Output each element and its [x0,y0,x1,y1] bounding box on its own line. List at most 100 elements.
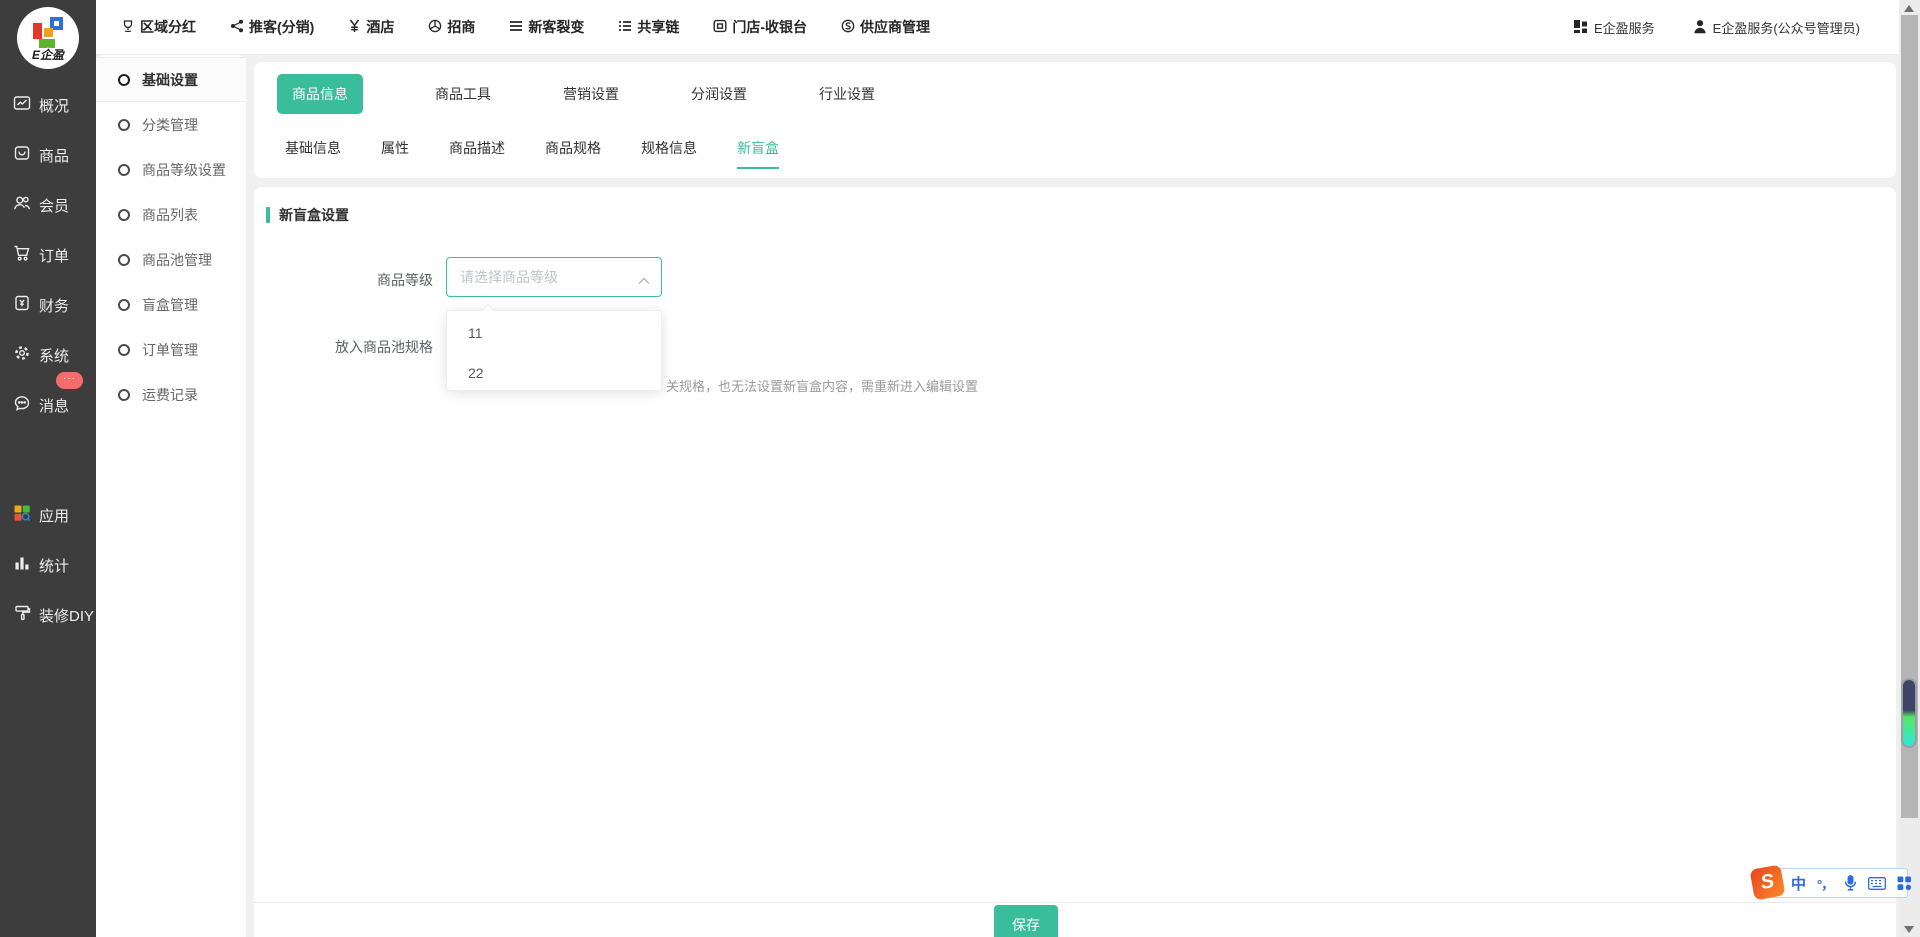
submenu-item-blindbox[interactable]: 盲盒管理 [96,282,246,327]
sidebar-item-overview[interactable]: 概况 [0,88,96,122]
radio-circle-icon [118,389,130,401]
level-dropdown-panel: 11 22 [446,310,662,391]
radio-circle-icon [118,344,130,356]
topnav-item-share-chain[interactable]: 共享链 [618,17,679,37]
ime-punctuation-toggle[interactable]: °， [1817,874,1833,893]
topnav-item-investment[interactable]: 招商 [428,17,475,37]
radio-circle-icon [118,164,130,176]
sidebar-label: 统计 [39,555,69,576]
submenu-item-level-settings[interactable]: 商品等级设置 [96,147,246,192]
save-button[interactable]: 保存 [994,905,1058,937]
dropdown-option-11[interactable]: 11 [447,313,661,353]
sidebar-item-messages[interactable]: 消息 ··· [0,388,96,422]
sidebar-label: 财务 [39,295,69,316]
top-nav-items: 区域分红 推客(分销) 酒店 招商 新客裂变 共享链 [121,17,930,37]
logo-text: E企盈 [17,46,79,63]
radio-circle-icon [118,74,130,86]
scroll-up-icon[interactable] [1904,5,1914,12]
subtab-spec-info[interactable]: 规格信息 [641,138,697,167]
submenu-label: 基础设置 [142,70,198,90]
submenu-item-freight[interactable]: 运费记录 [96,372,246,417]
subtab-spec[interactable]: 商品规格 [545,138,601,167]
radio-circle-icon [118,299,130,311]
submenu-label: 商品列表 [142,205,198,225]
list-icon [618,19,632,35]
radio-circle-icon [118,119,130,131]
sidebar-item-goods[interactable]: 商品 [0,138,96,172]
sidebar-item-members[interactable]: 会员 [0,188,96,222]
topnav-item-hotel[interactable]: 酒店 [348,17,394,37]
topnav-item-supplier[interactable]: 供应商管理 [841,17,930,37]
message-badge: ··· [56,372,83,389]
submenu-item-order-mgmt[interactable]: 订单管理 [96,327,246,372]
pinwheel-icon [428,19,442,36]
grid-icon [1573,19,1588,37]
topnav-label: 门店-收银台 [732,17,807,37]
tabs-card: 商品信息 商品工具 营销设置 分润设置 行业设置 基础信息 属性 商品描述 商品… [254,62,1896,178]
ime-toolbar: S 中 °， [1768,868,1908,898]
sidebar-label: 系统 [39,345,69,366]
submenu-item-goods-list[interactable]: 商品列表 [96,192,246,237]
trophy-icon [121,19,135,36]
submenu-label: 盲盒管理 [142,295,198,315]
workspace-switcher[interactable]: E企盈服务 [1573,18,1655,37]
content-card: 新盲盒设置 商品等级 请选择商品等级 放入商品池规格 关规格，也无法设置新盲盒内… [254,187,1896,937]
account-menu[interactable]: E企盈服务(公众号管理员) [1693,18,1860,37]
hint-text: 关规格，也无法设置新盲盒内容，需重新进入编辑设置 [666,376,978,395]
microphone-icon[interactable] [1844,875,1857,891]
subtab-description[interactable]: 商品描述 [449,138,505,167]
topnav-label: 共享链 [637,17,679,37]
sidebar-item-diy[interactable]: 装修DIY [0,598,96,632]
submenu-label: 分类管理 [142,115,198,135]
submenu-label: 订单管理 [142,340,198,360]
ime-mode-toggle[interactable]: 中 [1791,873,1806,894]
tab-goods-info[interactable]: 商品信息 [277,74,363,114]
sidebar-item-apps[interactable]: 应用 [0,498,96,532]
toolbox-grid-icon[interactable] [1897,876,1912,891]
topnav-item-new-customer[interactable]: 新客裂变 [509,17,584,37]
subtab-attributes[interactable]: 属性 [381,138,409,167]
submenu-item-basic-settings[interactable]: 基础设置 [96,57,246,102]
sidebar-item-system[interactable]: 系统 [0,338,96,372]
topnav-item-region-dividend[interactable]: 区域分红 [121,17,196,37]
scroll-down-icon[interactable] [1904,926,1914,933]
sidebar-label: 会员 [39,195,69,216]
chevron-up-icon [638,272,650,290]
submenu-item-category[interactable]: 分类管理 [96,102,246,147]
sidebar-item-orders[interactable]: 订单 [0,238,96,272]
main-sidebar: E企盈 概况 商品 会员 订单 财务 系统 消息 ··· [0,0,96,937]
dropdown-option-22[interactable]: 22 [447,353,661,393]
message-icon [13,394,31,416]
product-level-select[interactable]: 请选择商品等级 [446,257,662,297]
apps-icon [13,504,31,526]
sidebar-label: 消息 [39,395,69,416]
tab-profit-sharing[interactable]: 分润设置 [691,84,747,104]
page-scrollbar[interactable] [1899,0,1920,937]
topnav-item-promoter[interactable]: 推客(分销) [230,17,314,37]
topnav-label: 区域分红 [140,17,196,37]
radio-circle-icon [118,254,130,266]
subtab-basic-info[interactable]: 基础信息 [285,138,341,167]
tab-industry[interactable]: 行业设置 [819,84,875,104]
sidebar-label: 商品 [39,145,69,166]
top-nav: 区域分红 推客(分销) 酒店 招商 新客裂变 共享链 [96,0,1920,55]
sidebar-item-finance[interactable]: 财务 [0,288,96,322]
submenu-label: 商品池管理 [142,250,212,270]
subtab-new-blindbox[interactable]: 新盲盒 [737,138,779,169]
sidebar-label: 订单 [39,245,69,266]
tab-marketing[interactable]: 营销设置 [563,84,619,104]
keyboard-icon[interactable] [1868,877,1886,890]
topnav-item-store-cashier[interactable]: 门店-收银台 [713,17,807,37]
menu-lines-icon [509,19,523,35]
sidebar-label: 装修DIY [39,605,94,626]
submenu-item-goods-pool[interactable]: 商品池管理 [96,237,246,282]
sogou-logo-icon[interactable]: S [1750,865,1786,901]
pool-field-label: 放入商品池规格 [303,337,433,357]
diy-icon [13,604,31,626]
storefront-icon [713,19,727,36]
primary-tabs: 商品信息 商品工具 营销设置 分润设置 行业设置 [277,74,875,114]
secondary-menu: 基础设置 分类管理 商品等级设置 商品列表 商品池管理 盲盒管理 订单管理 运费… [96,55,246,937]
workspace-label: E企盈服务 [1594,18,1655,37]
tab-goods-tools[interactable]: 商品工具 [435,84,491,104]
sidebar-item-stats[interactable]: 统计 [0,548,96,582]
